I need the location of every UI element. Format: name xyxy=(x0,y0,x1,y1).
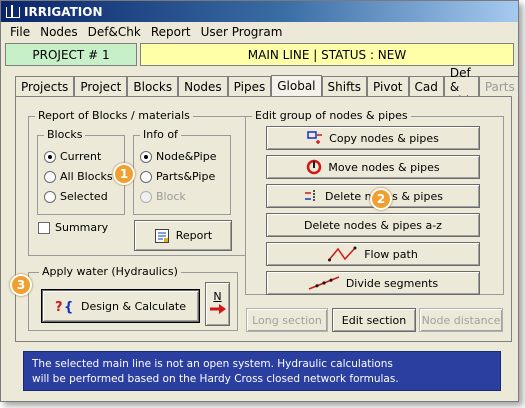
radio-block-label: Block xyxy=(156,190,186,203)
long-section-button: Long section xyxy=(246,308,328,332)
menu-user-program[interactable]: User Program xyxy=(196,25,288,39)
tab-pipes[interactable]: Pipes xyxy=(227,76,272,96)
svg-text:?: ? xyxy=(55,300,63,314)
summary-checkbox-label: Summary xyxy=(55,221,109,234)
design-calculate-button[interactable]: ? { Design & Calculate xyxy=(42,290,199,322)
copy-icon xyxy=(307,131,323,145)
window-title: IRRIGATION xyxy=(24,4,103,19)
move-icon xyxy=(306,159,322,175)
blocks-group-title: Blocks xyxy=(44,128,86,141)
radio-all-blocks[interactable]: All Blocks xyxy=(44,170,113,183)
status-indicator: MAIN LINE | STATUS : NEW xyxy=(140,43,514,66)
tab-pivot[interactable]: Pivot xyxy=(367,76,409,96)
radio-selected[interactable]: Selected xyxy=(44,190,108,203)
title-bar[interactable]: IRRIGATION xyxy=(1,1,518,22)
move-nodes-pipes-button[interactable]: Move nodes & pipes xyxy=(266,155,480,179)
tab-global[interactable]: Global xyxy=(271,75,322,96)
apply-water-group-title: Apply water (Hydraulics) xyxy=(39,265,181,278)
menu-report[interactable]: Report xyxy=(146,25,196,39)
report-button-label: Report xyxy=(175,229,213,242)
menu-def-chk[interactable]: Def&Chk xyxy=(83,25,146,39)
design-calculate-label: Design & Calculate xyxy=(81,299,186,313)
radio-selected-label: Selected xyxy=(60,190,108,203)
flow-path-icon xyxy=(328,246,358,262)
tab-strip: Projects Project Blocks Nodes Pipes Glob… xyxy=(15,66,518,108)
callout-badge-2: 2 xyxy=(370,188,392,210)
flow-path-label: Flow path xyxy=(364,247,418,261)
tab-def-chk[interactable]: Def & Chk xyxy=(443,66,479,108)
blocks-group: Blocks Current All Blocks Selected xyxy=(37,128,125,215)
radio-node-pipe-label: Node&Pipe xyxy=(156,150,217,163)
menu-nodes[interactable]: Nodes xyxy=(35,25,83,39)
info-message-bar: The selected main line is not an open sy… xyxy=(23,351,501,391)
long-section-label: Long section xyxy=(252,313,322,327)
summary-checkbox[interactable]: Summary xyxy=(38,221,108,234)
radio-block-indicator xyxy=(140,190,152,203)
flow-path-button[interactable]: Flow path xyxy=(266,242,480,266)
delete-icon xyxy=(303,189,319,203)
report-group: Report of Blocks / materials Blocks Curr… xyxy=(28,109,246,256)
edit-section-button[interactable]: Edit section xyxy=(332,308,416,332)
callout-badge-3: 3 xyxy=(10,274,32,296)
project-indicator: PROJECT # 1 xyxy=(5,43,137,66)
divide-segments-button[interactable]: Divide segments xyxy=(266,271,480,295)
tab-project[interactable]: Project xyxy=(74,76,128,96)
radio-all-blocks-indicator[interactable] xyxy=(44,170,56,183)
radio-current-label: Current xyxy=(60,150,102,163)
menu-file[interactable]: File xyxy=(5,25,35,39)
radio-node-pipe[interactable]: Node&Pipe xyxy=(140,150,216,163)
main-window: IRRIGATION File Nodes Def&Chk Report Use… xyxy=(0,0,519,402)
radio-current[interactable]: Current xyxy=(44,150,101,163)
info-of-group: Info of Node&Pipe Parts&Pipe Block xyxy=(133,128,231,215)
app-icon xyxy=(5,4,20,19)
radio-parts-pipe-indicator[interactable] xyxy=(140,170,152,183)
next-button-label: N xyxy=(213,290,222,303)
svg-text:{: { xyxy=(64,300,73,314)
node-distance-button: Node distance xyxy=(419,308,503,332)
radio-all-blocks-label: All Blocks xyxy=(60,170,113,183)
design-calculate-icon: ? { xyxy=(55,298,75,314)
radio-selected-indicator[interactable] xyxy=(44,190,56,203)
node-distance-label: Node distance xyxy=(421,313,501,327)
summary-checkbox-box[interactable] xyxy=(38,221,50,234)
menu-bar: File Nodes Def&Chk Report User Program xyxy=(1,22,518,42)
move-nodes-pipes-label: Move nodes & pipes xyxy=(328,160,440,174)
radio-parts-pipe[interactable]: Parts&Pipe xyxy=(140,170,215,183)
info-of-group-title: Info of xyxy=(140,128,181,141)
copy-nodes-pipes-label: Copy nodes & pipes xyxy=(329,131,439,145)
divide-segments-label: Divide segments xyxy=(345,276,439,290)
edit-group-title: Edit group of nodes & pipes xyxy=(252,109,411,122)
copy-nodes-pipes-button[interactable]: Copy nodes & pipes xyxy=(266,126,480,150)
report-button[interactable]: Report xyxy=(134,220,232,251)
report-icon xyxy=(154,228,170,244)
report-group-title: Report of Blocks / materials xyxy=(35,109,193,122)
divide-segments-icon xyxy=(308,275,340,291)
info-message-line-1: The selected main line is not an open sy… xyxy=(32,358,393,370)
arrow-right-icon xyxy=(209,303,227,318)
global-tab-panel: Report of Blocks / materials Blocks Curr… xyxy=(15,96,512,342)
radio-current-indicator[interactable] xyxy=(44,150,56,163)
radio-block: Block xyxy=(140,190,186,203)
tab-blocks[interactable]: Blocks xyxy=(127,76,179,96)
delete-nodes-pipes-az-label: Delete nodes & pipes a-z xyxy=(304,218,442,232)
tab-cad[interactable]: Cad xyxy=(408,76,444,96)
tab-parts: Parts xyxy=(478,76,518,96)
radio-node-pipe-indicator[interactable] xyxy=(140,150,152,163)
info-message-line-2: will be performed based on the Hardy Cro… xyxy=(32,373,399,385)
delete-nodes-pipes-az-button[interactable]: Delete nodes & pipes a-z xyxy=(266,213,480,237)
tab-shifts[interactable]: Shifts xyxy=(321,76,368,96)
edit-section-label: Edit section xyxy=(341,313,407,327)
callout-badge-1: 1 xyxy=(113,163,135,185)
next-button[interactable]: N xyxy=(205,282,230,326)
tab-projects[interactable]: Projects xyxy=(15,76,75,96)
tab-nodes[interactable]: Nodes xyxy=(178,76,228,96)
radio-parts-pipe-label: Parts&Pipe xyxy=(156,170,216,183)
